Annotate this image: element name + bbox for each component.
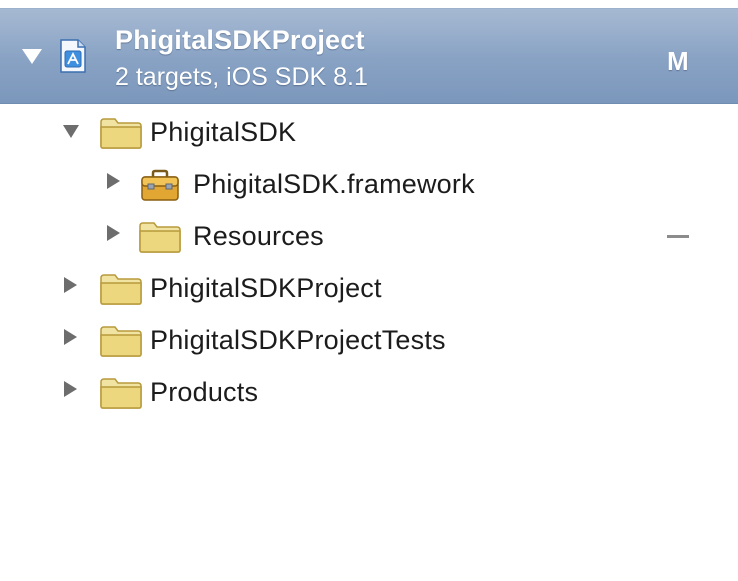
tree-item-phigitalsdkprojecttests[interactable]: PhigitalSDKProjectTests xyxy=(0,315,738,367)
project-root-row[interactable]: PhigitalSDKProject 2 targets, iOS SDK 8.… xyxy=(0,8,738,104)
disclosure-triangle-collapsed-icon[interactable] xyxy=(64,381,77,397)
tree-item-label: PhigitalSDK xyxy=(150,117,297,147)
tree-item-label: Resources xyxy=(193,221,324,251)
folder-icon xyxy=(138,220,182,254)
folder-icon xyxy=(99,376,143,410)
tree-item-label: Products xyxy=(150,377,259,407)
project-navigator: PhigitalSDKProject 2 targets, iOS SDK 8.… xyxy=(0,0,738,581)
tree-item-label: PhigitalSDKProject xyxy=(150,273,382,303)
tree-item-phigitalsdkproject[interactable]: PhigitalSDKProject xyxy=(0,263,738,315)
scm-status-badge: M xyxy=(667,46,689,76)
scm-status-dash xyxy=(667,235,689,238)
folder-icon xyxy=(99,116,143,150)
xcode-project-icon xyxy=(60,39,86,73)
tree-item-label: PhigitalSDK.framework xyxy=(193,169,475,199)
disclosure-triangle-collapsed-icon[interactable] xyxy=(107,225,120,241)
folder-icon xyxy=(99,272,143,306)
framework-toolbox-icon xyxy=(138,168,182,202)
tree-item-label: PhigitalSDKProjectTests xyxy=(150,325,446,355)
disclosure-triangle-collapsed-icon[interactable] xyxy=(107,173,120,189)
disclosure-triangle-collapsed-icon[interactable] xyxy=(64,277,77,293)
tree-item-phigitalsdk-framework[interactable]: PhigitalSDK.framework xyxy=(0,159,738,211)
disclosure-triangle-expanded-icon[interactable] xyxy=(22,49,42,64)
disclosure-triangle-expanded-icon[interactable] xyxy=(63,125,79,138)
tree-item-resources[interactable]: Resources xyxy=(0,211,738,263)
tree-item-phigitalsdk[interactable]: PhigitalSDK xyxy=(0,107,738,159)
project-name: PhigitalSDKProject xyxy=(115,25,365,55)
disclosure-triangle-collapsed-icon[interactable] xyxy=(64,329,77,345)
project-subtitle: 2 targets, iOS SDK 8.1 xyxy=(115,63,368,91)
folder-icon xyxy=(99,324,143,358)
tree-item-products[interactable]: Products xyxy=(0,367,738,419)
